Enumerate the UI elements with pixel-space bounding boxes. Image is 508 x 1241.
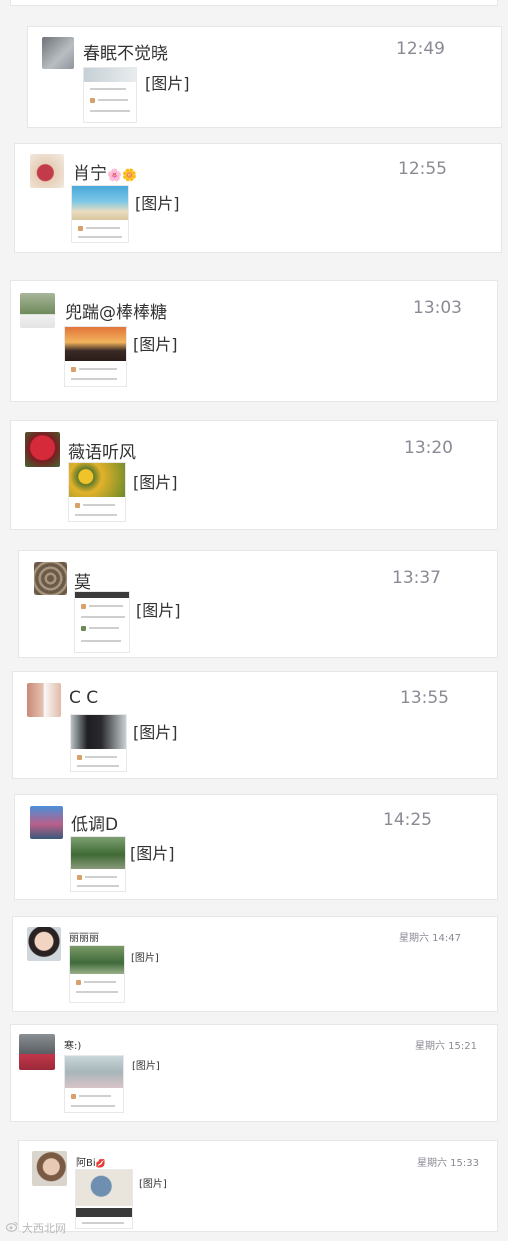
image-thumbnail[interactable] bbox=[75, 1169, 133, 1229]
image-label: [图片] bbox=[131, 953, 159, 964]
avatar[interactable] bbox=[25, 432, 60, 467]
image-label: [图片] bbox=[136, 601, 181, 620]
sender-name: 丽丽丽 bbox=[69, 933, 99, 944]
sender-name: 寒:) bbox=[64, 1041, 82, 1052]
flower-emoji-icon: 🌸🌼 bbox=[107, 168, 137, 182]
message-item[interactable]: 春眠不觉晓 12:49 [图片] bbox=[27, 26, 502, 128]
sender-name: 春眠不觉晓 bbox=[83, 44, 168, 64]
message-item[interactable]: 薇语听风 13:20 [图片] bbox=[10, 420, 498, 530]
sender-name: 肖宁🌸🌼 bbox=[73, 159, 137, 184]
message-time: 13:37 bbox=[392, 568, 441, 588]
avatar[interactable] bbox=[20, 293, 55, 328]
image-label: [图片] bbox=[133, 723, 178, 742]
message-time: 13:20 bbox=[404, 438, 453, 458]
avatar[interactable] bbox=[42, 37, 74, 69]
message-item[interactable]: 丽丽丽 星期六 14:47 [图片] bbox=[12, 916, 498, 1012]
image-label: [图片] bbox=[133, 473, 178, 492]
sender-name: 莫 bbox=[74, 573, 91, 593]
image-label: [图片] bbox=[130, 844, 175, 863]
image-thumbnail[interactable] bbox=[69, 945, 125, 1003]
message-time: 12:49 bbox=[396, 39, 445, 59]
message-time: 星期六 15:33 bbox=[417, 1158, 479, 1169]
message-item[interactable]: 兜踹@棒棒糖 13:03 [图片] bbox=[10, 280, 498, 402]
image-thumbnail[interactable] bbox=[64, 326, 127, 387]
watermark-text: 大西北网 bbox=[22, 1222, 66, 1235]
message-time: 星期六 14:47 bbox=[399, 933, 461, 944]
message-item[interactable]: 阿Bi💋 星期六 15:33 [图片] bbox=[18, 1140, 498, 1232]
sender-name: 阿Bi💋 bbox=[76, 1154, 106, 1169]
message-item[interactable]: 低调D 14:25 [图片] bbox=[14, 794, 498, 900]
message-item[interactable]: 肖宁🌸🌼 12:55 [图片] bbox=[14, 143, 502, 253]
sender-name: 薇语听风 bbox=[68, 443, 136, 463]
message-time: 13:55 bbox=[400, 688, 449, 708]
message-item[interactable]: 寒:) 星期六 15:21 [图片] bbox=[10, 1024, 498, 1122]
sender-name-text: 肖宁 bbox=[73, 164, 107, 184]
message-item[interactable]: 莫 13:37 [图片] bbox=[18, 550, 498, 658]
avatar[interactable] bbox=[32, 1151, 67, 1186]
image-thumbnail[interactable] bbox=[83, 67, 137, 123]
message-time: 14:25 bbox=[383, 810, 432, 830]
avatar[interactable] bbox=[27, 683, 61, 717]
message-time: 星期六 15:21 bbox=[415, 1041, 477, 1052]
lips-emoji-icon: 💋 bbox=[95, 1159, 106, 1168]
image-label: [图片] bbox=[133, 335, 178, 354]
avatar[interactable] bbox=[19, 1034, 55, 1070]
image-label: [图片] bbox=[139, 1179, 167, 1190]
avatar[interactable] bbox=[30, 154, 64, 188]
avatar[interactable] bbox=[27, 927, 61, 961]
image-thumbnail[interactable] bbox=[70, 714, 127, 772]
image-thumbnail[interactable] bbox=[71, 185, 129, 243]
message-time: 12:55 bbox=[398, 159, 447, 179]
top-card-fragment bbox=[10, 0, 498, 6]
avatar[interactable] bbox=[34, 562, 67, 595]
image-thumbnail[interactable] bbox=[64, 1055, 124, 1113]
message-item[interactable]: C C 13:55 [图片] bbox=[12, 671, 498, 779]
image-label: [图片] bbox=[145, 74, 190, 93]
image-label: [图片] bbox=[135, 194, 180, 213]
image-thumbnail[interactable] bbox=[68, 462, 126, 522]
avatar[interactable] bbox=[30, 806, 63, 839]
sender-name: 低调D bbox=[71, 815, 119, 835]
image-thumbnail[interactable] bbox=[70, 836, 126, 892]
sender-name: C C bbox=[69, 688, 99, 708]
image-label: [图片] bbox=[132, 1061, 160, 1072]
message-time: 13:03 bbox=[413, 298, 462, 318]
sender-name: 兜踹@棒棒糖 bbox=[65, 303, 167, 323]
sender-name-text: 阿Bi bbox=[76, 1158, 96, 1169]
weibo-icon bbox=[6, 1221, 18, 1232]
image-thumbnail[interactable] bbox=[74, 591, 130, 653]
watermark: 大西北网 bbox=[22, 1220, 66, 1236]
